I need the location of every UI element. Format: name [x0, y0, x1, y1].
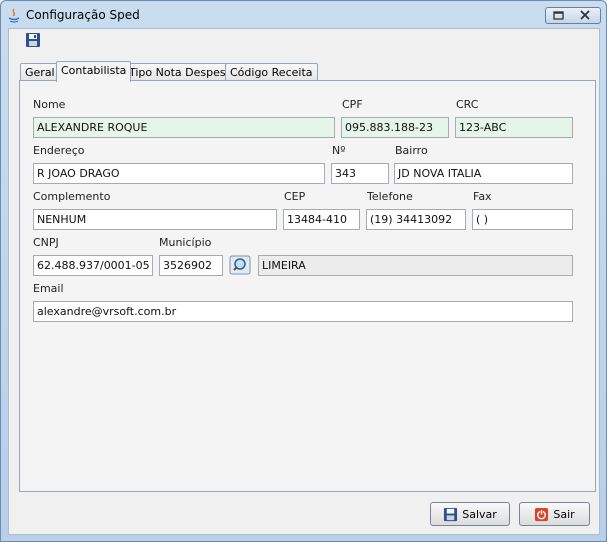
- title-bar[interactable]: Configuração Sped: [1, 1, 606, 31]
- restore-icon: [553, 11, 564, 20]
- magnifier-icon: [229, 255, 251, 275]
- main-window: Configuração Sped Geral Contabilista Tip…: [0, 0, 607, 542]
- label-cpf: CPF: [342, 98, 363, 111]
- label-cep: CEP: [284, 190, 306, 203]
- label-telefone: Telefone: [367, 190, 413, 203]
- crc-field[interactable]: 123-ABC: [455, 117, 573, 138]
- window-title: Configuração Sped: [26, 8, 140, 22]
- label-crc: CRC: [456, 98, 479, 111]
- close-button[interactable]: [571, 7, 601, 24]
- municipio-lookup-button[interactable]: [229, 255, 251, 275]
- municipio-code-field[interactable]: 3526902: [159, 255, 223, 276]
- tab-codigo-receita[interactable]: Código Receita: [225, 63, 318, 81]
- tab-geral[interactable]: Geral: [20, 63, 60, 81]
- salvar-label: Salvar: [462, 507, 497, 521]
- complemento-field[interactable]: NENHUM: [33, 209, 277, 230]
- cnpj-field[interactable]: 62.488.937/0001-05: [33, 255, 153, 276]
- fax-field[interactable]: ( ): [472, 209, 573, 230]
- salvar-button[interactable]: Salvar: [430, 502, 510, 526]
- java-icon: [8, 8, 20, 23]
- label-cnpj: CNPJ: [33, 236, 59, 249]
- label-fax: Fax: [473, 190, 492, 203]
- close-icon: [580, 10, 590, 20]
- label-email: Email: [33, 282, 64, 295]
- label-municipio: Município: [159, 236, 212, 249]
- sair-button[interactable]: Sair: [519, 502, 590, 526]
- municipio-name-field: LIMEIRA: [258, 255, 573, 276]
- tab-tipo-nota-despesa[interactable]: Tipo Nota Despesa: [124, 63, 238, 81]
- cep-field[interactable]: 13484-410: [283, 209, 360, 230]
- label-endereco: Endereço: [33, 144, 85, 157]
- sair-label: Sair: [553, 507, 575, 521]
- power-icon: [535, 507, 549, 521]
- floppy-disk-icon[interactable]: [25, 32, 41, 48]
- cpf-field[interactable]: 095.883.188-23: [341, 117, 449, 138]
- client-area: Geral Contabilista Tipo Nota Despesa Cód…: [8, 28, 600, 535]
- tab-contabilista[interactable]: Contabilista: [56, 61, 132, 82]
- email-field[interactable]: alexandre@vrsoft.com.br: [33, 301, 573, 322]
- label-complemento: Complemento: [33, 190, 111, 203]
- label-numero: Nº: [332, 144, 346, 157]
- nome-field[interactable]: ALEXANDRE ROQUE: [33, 117, 335, 138]
- label-bairro: Bairro: [395, 144, 428, 157]
- label-nome: Nome: [33, 98, 66, 111]
- numero-field[interactable]: 343: [331, 163, 389, 184]
- tab-panel-contabilista: Nome ALEXANDRE ROQUE CPF 095.883.188-23 …: [19, 80, 596, 492]
- telefone-field[interactable]: (19) 34413092: [366, 209, 466, 230]
- floppy-disk-icon: [444, 507, 458, 521]
- endereco-field[interactable]: R JOAO DRAGO: [33, 163, 325, 184]
- bairro-field[interactable]: JD NOVA ITALIA: [394, 163, 573, 184]
- restore-button[interactable]: [545, 7, 572, 24]
